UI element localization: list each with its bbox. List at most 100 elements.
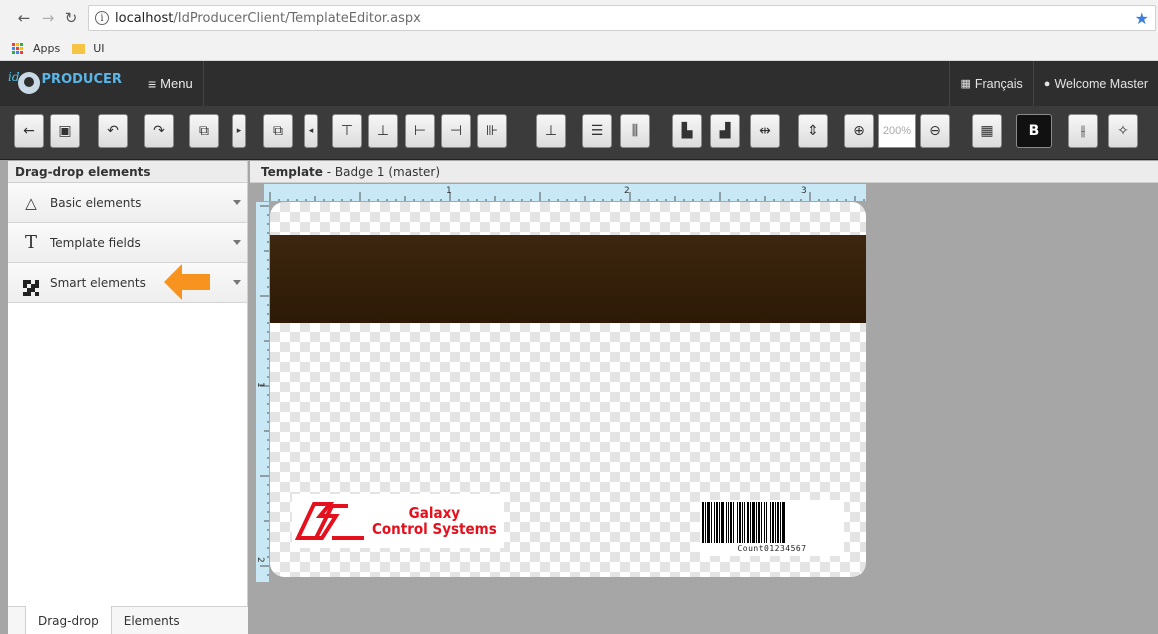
save-icon: ▣	[58, 123, 72, 139]
bookmarks-bar: Apps UI	[0, 37, 1158, 61]
back-button[interactable]: ←	[14, 114, 44, 148]
distribute-horizontal-button[interactable]: ⫼	[620, 114, 650, 148]
same-height-icon: ▙	[681, 123, 693, 139]
undo-button[interactable]: ↶	[98, 114, 128, 148]
panel-title: Drag-drop elements	[8, 161, 247, 183]
chevron-down-icon	[233, 200, 241, 205]
same-height-button[interactable]: ▙	[672, 114, 702, 148]
redo-button[interactable]: ↷	[144, 114, 174, 148]
magic-button[interactable]: ✧	[1108, 114, 1138, 148]
magnetic-stripe[interactable]	[270, 235, 866, 323]
align-right-icon: ⊣	[449, 123, 463, 139]
bold-button[interactable]: B	[1016, 114, 1052, 148]
template-title-rest: - Badge 1 (master)	[322, 165, 441, 179]
zoom-out-button[interactable]: ⊖	[920, 114, 950, 148]
layers-icon: ⧉	[199, 123, 209, 139]
ruler-vertical[interactable]: 1 2	[256, 202, 270, 582]
barcode-bars	[702, 502, 842, 543]
language-label: Français	[974, 76, 1023, 91]
language-switch[interactable]: ▦ Français	[949, 61, 1032, 106]
arrow-pointer-icon	[164, 264, 210, 300]
flip-vertical-icon: ⇕	[807, 123, 819, 139]
chevron-down-icon	[233, 280, 241, 285]
barcode[interactable]: Count01234567	[700, 500, 844, 556]
ruler-horizontal[interactable]: 1 2 3	[264, 184, 866, 202]
forward-arrow-icon[interactable]: →	[38, 8, 58, 28]
accordion-template-fields[interactable]: T Template fields	[8, 223, 247, 263]
same-width-button[interactable]: ▟	[710, 114, 740, 148]
arrange-button[interactable]: ⧉	[189, 114, 219, 148]
info-icon[interactable]: i	[95, 11, 109, 25]
ruler-number-2: 2	[624, 186, 630, 196]
url-host: localhost	[115, 10, 174, 26]
address-bar[interactable]: i localhost/IdProducerClient/TemplateEdi…	[88, 5, 1156, 31]
user-menu[interactable]: ● Welcome Master	[1032, 61, 1158, 106]
chevron-left-icon: ◂	[308, 126, 314, 136]
align-center-horizontal-button[interactable]: ⊥	[536, 114, 566, 148]
arrange-expand-button[interactable]: ▸	[232, 114, 246, 148]
accordion-smart-elements[interactable]: Smart elements	[8, 263, 247, 303]
distribute-vertical-button[interactable]: ☰	[582, 114, 612, 148]
flip-horizontal-button[interactable]: ⇹	[750, 114, 780, 148]
menu-label: Menu	[160, 76, 193, 91]
tab-elements[interactable]: Elements	[112, 607, 192, 634]
user-icon: ●	[1043, 77, 1051, 90]
bookmark-star-icon[interactable]: ★	[1135, 9, 1149, 28]
chevron-right-icon: ▸	[236, 126, 242, 136]
app-header: id PRODUCER ≡ Menu ▦ Français ● Welcome …	[0, 61, 1158, 106]
align-center-vertical-button[interactable]: ⊪	[477, 114, 507, 148]
chevron-down-icon	[233, 240, 241, 245]
zoom-level-input[interactable]: 200%	[878, 114, 916, 148]
flip-vertical-button[interactable]: ⇕	[798, 114, 828, 148]
align-collapse-button[interactable]: ◂	[304, 114, 318, 148]
bookmark-ui[interactable]: UI	[93, 42, 104, 55]
arrow-left-icon: ←	[23, 123, 35, 139]
align-center-icon: ⊥	[544, 123, 558, 139]
magic-wand-icon: ✧	[1117, 123, 1129, 139]
undo-icon: ↶	[107, 123, 119, 139]
same-width-icon: ▟	[719, 123, 731, 139]
bookmark-apps[interactable]: Apps	[33, 42, 60, 55]
logo-line-1: Galaxy	[408, 504, 461, 522]
badge-canvas[interactable]: Galaxy Control Systems Count01234567	[270, 202, 866, 577]
tab-drag-drop[interactable]: Drag-drop	[25, 606, 112, 634]
accordion-label: Basic elements	[50, 195, 142, 210]
logo-text: PRODUCER	[41, 71, 122, 87]
adjust-button[interactable]: ⫲	[1068, 114, 1098, 148]
redo-icon: ↷	[153, 123, 165, 139]
align-right-button[interactable]: ⊣	[441, 114, 471, 148]
align-top-button[interactable]: ⊤	[332, 114, 362, 148]
template-title-bold: Template	[261, 165, 323, 179]
ruler-number-v1: 1	[256, 382, 265, 388]
reload-icon[interactable]: ↻	[61, 8, 81, 28]
distribute-vertical-icon: ☰	[590, 123, 604, 139]
align-bottom-icon: ⊥	[376, 123, 390, 139]
galaxy-logo[interactable]: Galaxy Control Systems	[292, 494, 504, 548]
menu-button[interactable]: ≡ Menu	[138, 61, 204, 106]
save-button[interactable]: ▣	[50, 114, 80, 148]
bold-label: B	[1028, 123, 1040, 139]
grid-button[interactable]: ▦	[972, 114, 1002, 148]
back-arrow-icon[interactable]: ←	[14, 8, 34, 28]
galaxy-logo-icon	[294, 502, 364, 540]
align-bottom-button[interactable]: ⊥	[368, 114, 398, 148]
grid-icon: ▦	[980, 123, 994, 139]
shapes-icon: △	[25, 193, 37, 212]
zoom-in-button[interactable]: ⊕	[844, 114, 874, 148]
logo-line-2: Control Systems	[372, 520, 497, 538]
ruler-number-v2: 2	[256, 557, 265, 563]
url-path: /IdProducerClient/TemplateEditor.aspx	[173, 10, 421, 26]
sliders-icon: ⫲	[1080, 123, 1086, 139]
zoom-out-icon: ⊖	[929, 123, 941, 139]
align-left-icon: ⊢	[413, 123, 427, 139]
app-logo[interactable]: id PRODUCER	[8, 67, 122, 99]
align-left-button[interactable]: ⊢	[405, 114, 435, 148]
accordion-basic-elements[interactable]: △ Basic elements	[8, 183, 247, 223]
hamburger-icon: ≡	[148, 75, 157, 92]
accordion-label: Template fields	[50, 235, 141, 250]
group-icon: ⧉	[273, 123, 283, 139]
panel-tabs: Drag-drop Elements	[8, 606, 248, 634]
template-title: Template - Badge 1 (master)	[250, 161, 1158, 183]
group-button[interactable]: ⧉	[263, 114, 293, 148]
apps-grid-icon[interactable]	[12, 43, 23, 54]
